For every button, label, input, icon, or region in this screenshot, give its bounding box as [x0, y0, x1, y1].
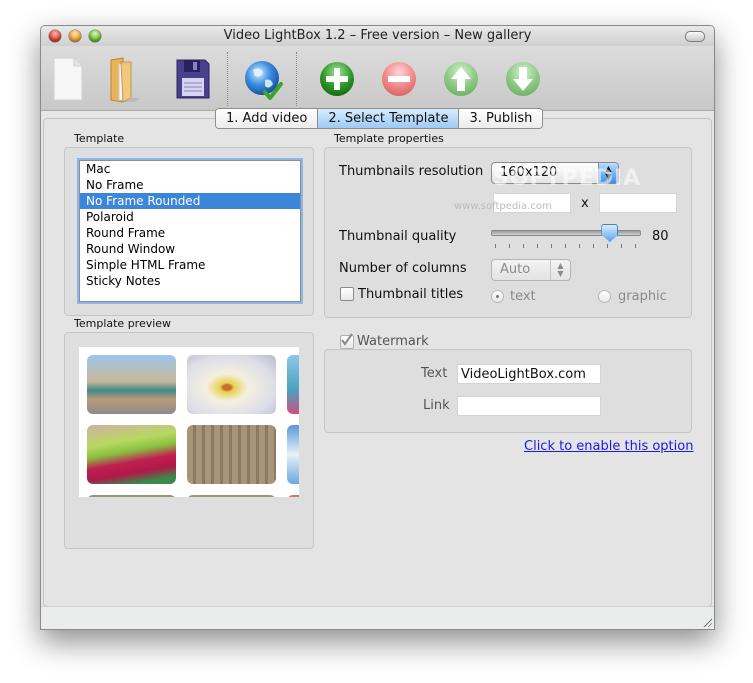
slider-tick [495, 244, 496, 248]
new-gallery-button[interactable] [45, 54, 91, 104]
watermark-text-label: Text [421, 366, 448, 381]
slider-tick [635, 244, 636, 248]
checkmark-icon [341, 333, 353, 346]
updown-arrows-icon: ▲ ▼ [550, 260, 570, 280]
thumbnail-sky-clouds [287, 425, 299, 484]
slider-tick [579, 244, 580, 248]
remove-video-button[interactable] [376, 54, 422, 104]
toolbar-toggle-button[interactable] [685, 31, 705, 42]
thumbnail-city-skyline [87, 355, 176, 414]
properties-group: Thumbnails resolution 160x120 ▲ ▼ SOFTPED… [324, 147, 692, 318]
open-gallery-button[interactable] [101, 54, 147, 104]
toolbar-separator [296, 52, 297, 106]
watermark-link-label: Link [423, 398, 450, 413]
status-bar [41, 606, 714, 629]
thumbnail-red-flowers [287, 495, 299, 497]
template-list-item[interactable]: No Frame Rounded [80, 193, 300, 209]
toolbar [41, 46, 714, 111]
slider-tick [551, 244, 552, 248]
add-video-button[interactable] [314, 54, 360, 104]
template-list-item[interactable]: Sticky Notes [80, 273, 300, 289]
publish-web-button[interactable] [241, 54, 287, 104]
arrow-up-circle-icon [444, 62, 478, 96]
arrow-down-circle-icon [506, 62, 540, 96]
folder-open-icon [110, 57, 141, 103]
app-window: Video LightBox 1.2 – Free version – New … [40, 25, 715, 630]
save-gallery-button[interactable] [171, 54, 217, 104]
tab-add-video[interactable]: 1. Add video [216, 109, 319, 128]
softpedia-logo: SOFTPEDIA [493, 166, 642, 191]
move-down-button[interactable] [500, 54, 546, 104]
quality-slider[interactable] [491, 230, 641, 236]
width-input[interactable]: www.softpedia.com [454, 193, 571, 213]
tab-publish[interactable]: 3. Publish [459, 109, 543, 128]
thumbnail-titles-checkbox[interactable] [340, 287, 354, 301]
enable-option-link[interactable]: Click to enable this option [524, 439, 693, 454]
slider-tick [523, 244, 524, 248]
columns-stepper[interactable]: Auto ▲ ▼ [491, 259, 571, 281]
columns-value: Auto [500, 262, 531, 277]
window-title: Video LightBox 1.2 – Free version – New … [223, 28, 532, 43]
quality-slider-thumb[interactable] [601, 224, 619, 242]
preview-group-label: Template preview [74, 317, 172, 330]
watermark-checkbox[interactable] [340, 333, 354, 349]
move-up-button[interactable] [438, 54, 484, 104]
preview-group [64, 332, 314, 549]
softpedia-url: www.softpedia.com [454, 201, 552, 212]
thumbnail-calla-lily [187, 355, 276, 414]
titles-graphic-label: graphic [618, 289, 667, 304]
slider-tick [537, 244, 538, 248]
height-input[interactable] [599, 193, 677, 213]
times-sign: x [581, 196, 589, 211]
template-list-item[interactable]: Round Frame [80, 225, 300, 241]
watermark-group: Text VideoLightBox.com Link [324, 349, 692, 433]
template-list-item[interactable]: Polaroid [80, 209, 300, 225]
titles-text-label: text [510, 289, 536, 304]
thumbnail-flower-bed [87, 425, 176, 484]
template-list-item[interactable]: Simple HTML Frame [80, 257, 300, 273]
titles-graphic-radio[interactable] [598, 290, 611, 303]
tab-select-template[interactable]: 2. Select Template [318, 109, 460, 128]
template-list-item[interactable]: Mac [80, 161, 300, 177]
slider-tick [565, 244, 566, 248]
slider-tick [593, 244, 594, 248]
resolution-label: Thumbnails resolution [339, 164, 484, 179]
toolbar-separator [227, 52, 228, 106]
titles-text-radio[interactable] [491, 290, 504, 303]
columns-label: Number of columns [339, 261, 467, 276]
resize-grip[interactable] [702, 617, 712, 627]
template-preview [79, 347, 299, 497]
watermark-link-input[interactable] [457, 396, 601, 416]
minus-circle-icon [382, 62, 416, 96]
title-bar[interactable]: Video LightBox 1.2 – Free version – New … [41, 26, 714, 46]
watermark-label: Watermark [357, 334, 429, 349]
slider-tick [607, 244, 608, 248]
template-list[interactable]: Mac No Frame No Frame Rounded Polaroid Round… [79, 160, 301, 302]
thumbnail-garden [87, 495, 176, 497]
new-document-icon [53, 57, 83, 101]
template-list-item[interactable]: No Frame [80, 177, 300, 193]
properties-group-label: Template properties [334, 132, 444, 145]
slider-tick [509, 244, 510, 248]
quality-value: 80 [652, 229, 669, 244]
floppy-disk-icon [176, 59, 210, 99]
globe-check-icon [245, 61, 283, 100]
thumbnail-blue-tower [287, 355, 299, 414]
watermark-text-input[interactable]: VideoLightBox.com [457, 364, 601, 384]
tab-pane: Template Mac No Frame No Frame Rounded Pola… [43, 118, 712, 607]
thumbnail-titles-label: Thumbnail titles [358, 287, 464, 302]
template-group-label: Template [74, 132, 125, 145]
quality-label: Thumbnail quality [339, 229, 457, 244]
plus-circle-icon [320, 62, 354, 96]
step-tabs: 1. Add video 2. Select Template 3. Publi… [215, 108, 544, 129]
thumbnail-stone-wall [187, 495, 276, 497]
template-list-item[interactable]: Round Window [80, 241, 300, 257]
template-group: Mac No Frame No Frame Rounded Polaroid Round… [64, 147, 314, 316]
thumbnail-cathedral [187, 425, 276, 484]
slider-tick [621, 244, 622, 248]
